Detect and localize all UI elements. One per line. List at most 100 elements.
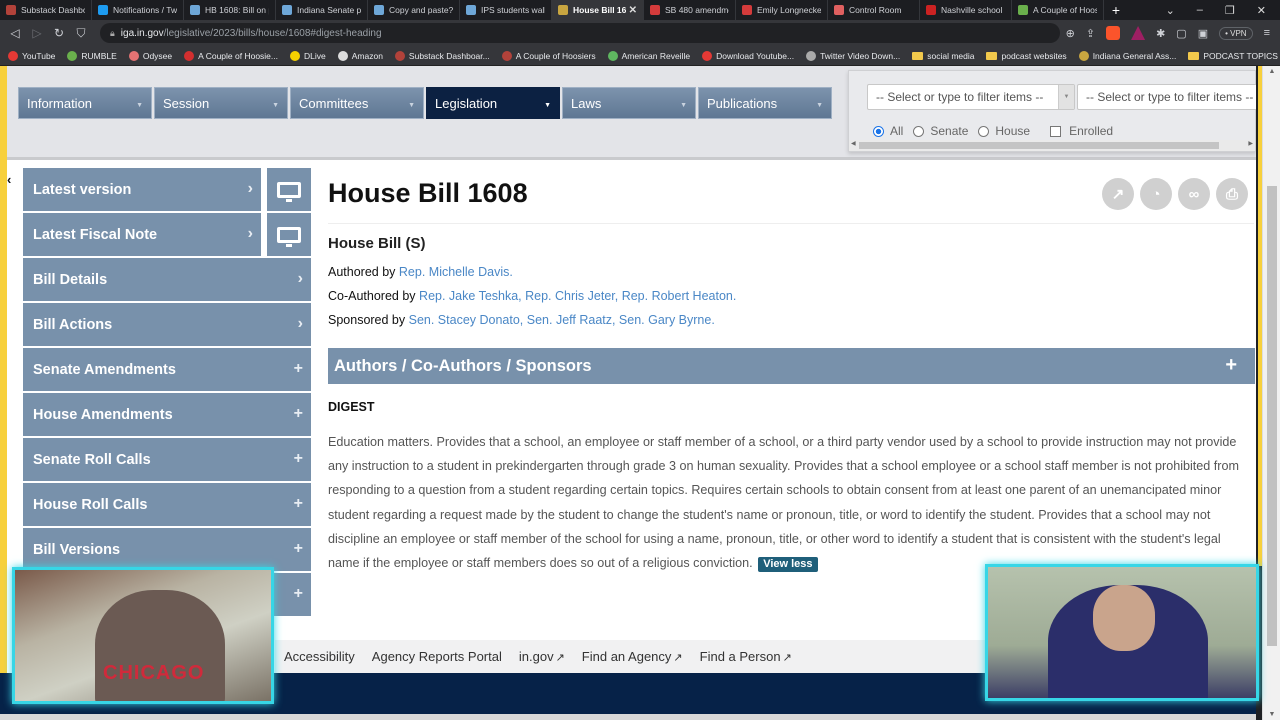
browser-tab[interactable]: Substack Dashboa: [0, 0, 92, 20]
bookmark-item[interactable]: Download Youtube...: [702, 50, 794, 61]
coauthor-links[interactable]: Rep. Jake Teshka, Rep. Chris Jeter, Rep.…: [419, 289, 736, 303]
browser-tab[interactable]: A Couple of Hoosi: [1012, 0, 1104, 20]
share-icon[interactable]: ↗: [1102, 178, 1134, 210]
browser-tab[interactable]: SB 480 amendmen: [644, 0, 736, 20]
close-tab-icon[interactable]: ✕: [629, 5, 637, 16]
sidebar-item-latest-fiscal-note[interactable]: Latest Fiscal Note ›: [23, 213, 261, 256]
bookmark-item[interactable]: DLive: [290, 50, 326, 61]
sidebar-item-senate-roll-calls[interactable]: Senate Roll Calls +: [23, 438, 311, 481]
footer-link-accessibility[interactable]: Accessibility: [284, 649, 355, 664]
bookmark-item[interactable]: Twitter Video Down...: [806, 50, 900, 61]
nav-item-publications[interactable]: Publications ▼: [698, 87, 832, 119]
footer-link-find-a-person[interactable]: Find a Person ↗: [700, 649, 792, 664]
browser-tab[interactable]: HB 1608: Bill on pr: [184, 0, 276, 20]
bookmark-item[interactable]: RUMBLE: [67, 50, 117, 61]
bookmark-item[interactable]: Amazon: [337, 50, 383, 61]
zoom-icon[interactable]: ⊕: [1066, 27, 1075, 40]
browser-tab[interactable]: Notifications / Twi: [92, 0, 184, 20]
url-input[interactable]: 🔒︎ iga.in.gov /legislative/2023/bills/ho…: [100, 23, 1060, 43]
nav-label: Legislation: [435, 95, 498, 111]
bookmark-item[interactable]: social media: [912, 51, 974, 61]
link-icon[interactable]: ∞: [1178, 178, 1210, 210]
author-link[interactable]: Rep. Michelle Davis.: [399, 265, 513, 279]
nav-item-legislation[interactable]: Legislation ▼: [426, 87, 560, 119]
sidebar-item-latest-version[interactable]: Latest version ›: [23, 168, 261, 211]
brave-shields-icon[interactable]: [1106, 26, 1121, 40]
bookmark-item[interactable]: PODCAST TOPICS: [1188, 51, 1278, 61]
filter-select-2[interactable]: -- Select or type to filter items --: [1077, 84, 1256, 110]
dropdown-arrow-icon[interactable]: ▼: [1058, 85, 1074, 109]
site-icon: [374, 5, 384, 15]
sidebar-item-bill-details[interactable]: Bill Details ›: [23, 258, 311, 301]
nav-item-laws[interactable]: Laws ▼: [562, 87, 696, 119]
back-button[interactable]: ◁: [4, 26, 26, 40]
nav-item-committees[interactable]: Committees ▼: [290, 87, 424, 119]
vpn-button[interactable]: • VPN: [1219, 26, 1253, 40]
radio-house[interactable]: [978, 125, 990, 137]
scroll-left-arrow-icon[interactable]: ◀: [851, 140, 856, 147]
enrolled-checkbox[interactable]: [1050, 125, 1062, 137]
bookmark-item[interactable]: A Couple of Hoosiers: [501, 50, 596, 61]
print-icon[interactable]: ⎙: [1216, 178, 1248, 210]
bookmark-item[interactable]: Odysee: [128, 50, 172, 61]
external-link-icon: ↗: [555, 652, 565, 664]
radio-senate[interactable]: [913, 125, 925, 137]
collapse-sidebar-icon[interactable]: ‹: [7, 172, 11, 187]
browser-tab[interactable]: Indiana Senate pa: [276, 0, 368, 20]
sponsor-links[interactable]: Sen. Stacey Donato, Sen. Jeff Raatz, Sen…: [409, 313, 715, 327]
browser-tab[interactable]: Nashville school sh: [920, 0, 1012, 20]
view-document-button[interactable]: [267, 213, 311, 256]
monitor-icon: [277, 226, 301, 247]
new-tab-button[interactable]: +: [1104, 2, 1128, 18]
footer-link-agency-reports-portal[interactable]: Agency Reports Portal: [372, 649, 502, 664]
footer-link-in-gov[interactable]: in.gov ↗: [519, 649, 565, 664]
brave-rewards-icon[interactable]: [1131, 26, 1146, 40]
filter-select-1[interactable]: -- Select or type to filter items -- ▼: [867, 84, 1075, 110]
page-vertical-scrollbar[interactable]: ▲ ▼: [1262, 66, 1280, 720]
expand-plus-icon[interactable]: +: [1225, 354, 1237, 377]
reload-button[interactable]: ↻: [48, 26, 70, 40]
extensions-puzzle-icon[interactable]: ✱: [1156, 27, 1165, 40]
sidebar-toggle-icon[interactable]: ▢: [1176, 27, 1186, 40]
tab-active[interactable]: House Bill 160 ✕: [552, 0, 644, 20]
browser-tab[interactable]: IPS students walk: [460, 0, 552, 20]
bookmark-item[interactable]: Indiana General Ass...: [1078, 50, 1176, 61]
bookmark-button[interactable]: ⛉: [70, 26, 92, 41]
sidebar-item-bill-actions[interactable]: Bill Actions ›: [23, 303, 311, 346]
bookmark-item[interactable]: A Couple of Hoosie...: [184, 50, 278, 61]
radio-all[interactable]: [873, 125, 884, 137]
rss-icon[interactable]: ◔: [1140, 178, 1172, 210]
bookmark-item[interactable]: American Reveille: [607, 50, 690, 61]
nav-item-information[interactable]: Information ▼: [18, 87, 152, 119]
tab-search-icon[interactable]: ⌄: [1166, 4, 1175, 17]
scroll-right-arrow-icon[interactable]: ▶: [1248, 140, 1253, 147]
restore-button[interactable]: ❐: [1225, 4, 1235, 17]
view-less-button[interactable]: View less: [758, 557, 818, 573]
scrollbar-thumb[interactable]: [859, 142, 1219, 149]
minimize-button[interactable]: –: [1197, 4, 1203, 17]
scroll-down-arrow-icon[interactable]: ▼: [1263, 711, 1280, 718]
sidebar-item-house-amendments[interactable]: House Amendments +: [23, 393, 311, 436]
view-document-button[interactable]: [267, 168, 311, 211]
forward-button[interactable]: ▷: [26, 26, 48, 40]
browser-tab[interactable]: Copy and paste? I: [368, 0, 460, 20]
sidebar-item-senate-amendments[interactable]: Senate Amendments +: [23, 348, 311, 391]
page-scrollbar-thumb[interactable]: [1267, 186, 1277, 646]
bookmark-item[interactable]: YouTube: [8, 50, 55, 61]
menu-icon[interactable]: ≡: [1264, 27, 1270, 39]
filter-horizontal-scrollbar[interactable]: ◀ ▶: [849, 140, 1255, 151]
scroll-up-arrow-icon[interactable]: ▲: [1263, 68, 1280, 75]
sidebar-item-house-roll-calls[interactable]: House Roll Calls +: [23, 483, 311, 526]
browser-tab[interactable]: Emily Longnecker: [736, 0, 828, 20]
authors-accordion-header[interactable]: Authors / Co-Authors / Sponsors +: [328, 348, 1255, 384]
footer-link-find-an-agency[interactable]: Find an Agency ↗: [582, 649, 683, 664]
bookmark-item[interactable]: podcast websites: [986, 51, 1067, 61]
nav-item-session[interactable]: Session ▼: [154, 87, 288, 119]
share-page-icon[interactable]: ⇪: [1086, 27, 1095, 40]
bookmark-item[interactable]: Substack Dashboar...: [394, 50, 490, 61]
browser-tab[interactable]: Control Room: [828, 0, 920, 20]
sidebar-item-label: Senate Roll Calls: [33, 451, 151, 468]
close-window-button[interactable]: ✕: [1257, 4, 1266, 17]
sidebar-item-bill-versions[interactable]: Bill Versions +: [23, 528, 311, 571]
wallet-icon[interactable]: ▣: [1198, 27, 1208, 40]
